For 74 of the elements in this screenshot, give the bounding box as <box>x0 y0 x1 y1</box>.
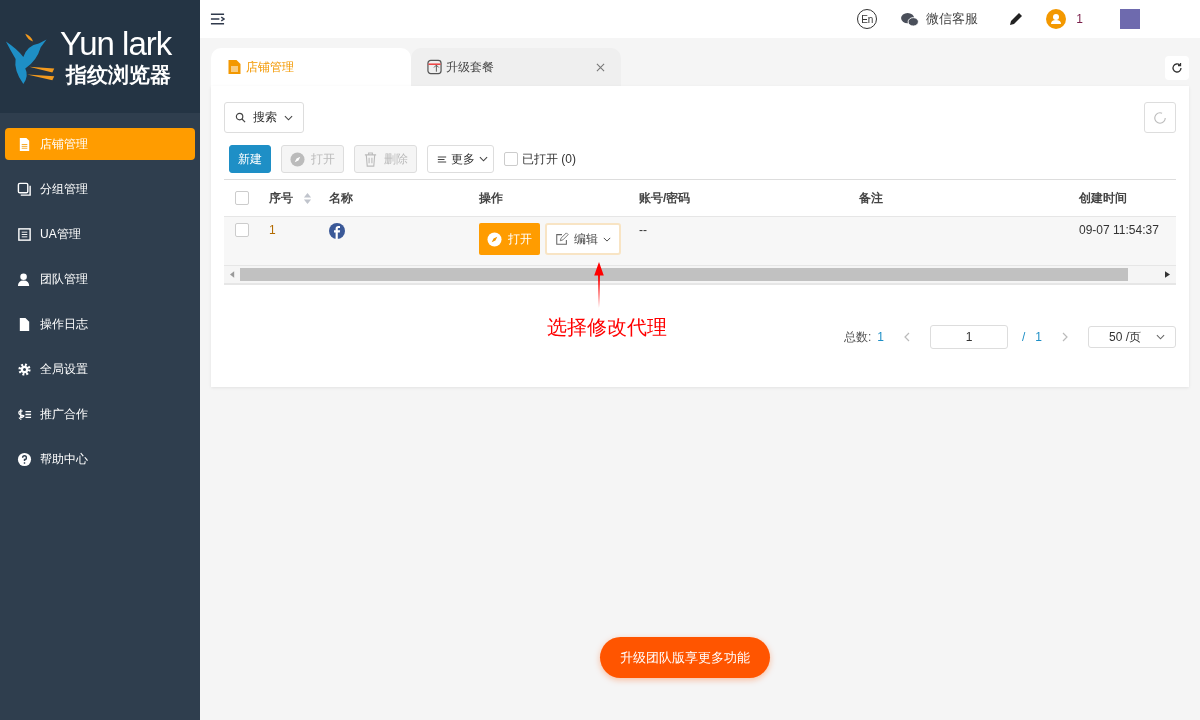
document-icon <box>17 136 32 152</box>
chat-bubbles-icon <box>900 11 920 27</box>
search-dropdown[interactable]: 搜索 <box>224 102 304 133</box>
user-icon <box>17 271 32 287</box>
sidebar-item[interactable]: 分组管理 <box>5 173 195 205</box>
table-cell: 1 <box>269 223 276 237</box>
compass-icon <box>290 151 305 167</box>
menu-icon[interactable] <box>210 13 225 25</box>
column-header: 创建时间 <box>1079 189 1127 207</box>
caret-icon <box>603 236 611 242</box>
tab[interactable]: 升级套餐 <box>411 48 621 86</box>
document-icon <box>227 59 242 75</box>
opened-checkbox[interactable]: 已打开 (0) <box>504 150 576 168</box>
list-icon <box>17 226 32 242</box>
reload-button[interactable] <box>1144 102 1176 133</box>
facebook-icon <box>329 223 345 239</box>
trash-icon <box>363 151 378 167</box>
refresh-button[interactable] <box>1165 56 1189 80</box>
brand-subtitle: 指纹浏览器 <box>66 61 171 88</box>
column-header: 备注 <box>859 189 883 207</box>
column-header: 名称 <box>329 189 353 207</box>
gear-icon <box>17 361 32 377</box>
avatar-square[interactable] <box>1120 9 1140 29</box>
column-header: 账号/密码 <box>639 189 691 207</box>
spinner-icon <box>1153 110 1167 125</box>
row-checkbox[interactable] <box>235 223 249 237</box>
prev-page-icon[interactable] <box>903 332 910 342</box>
box-upload-icon <box>427 59 442 75</box>
caret-icon <box>1156 334 1165 340</box>
support-label: 微信客服 <box>926 10 979 28</box>
edit-icon <box>555 232 569 246</box>
page-size-dropdown[interactable]: 50 /页 <box>1088 326 1176 348</box>
total-count: 1 <box>877 330 884 344</box>
total-label: 总数: <box>843 328 872 346</box>
close-icon[interactable] <box>596 62 605 72</box>
more-button[interactable]: 更多 <box>427 145 494 173</box>
sidebar-item[interactable]: 帮助中心 <box>5 443 195 475</box>
page-input[interactable]: 1 <box>929 325 1008 349</box>
search-icon <box>235 112 246 123</box>
sort-icon[interactable] <box>303 191 312 205</box>
user-count: 1 <box>1076 12 1083 26</box>
question-icon <box>17 451 32 467</box>
caret-icon <box>284 114 293 121</box>
pencil-icon[interactable] <box>1008 11 1025 27</box>
lines-icon <box>437 154 447 164</box>
new-button[interactable]: 新建 <box>229 145 271 173</box>
scroll-right-icon[interactable] <box>1165 271 1170 278</box>
page-separator: / <box>1021 330 1026 344</box>
select-all-checkbox[interactable] <box>235 191 249 205</box>
horizontal-scrollbar[interactable] <box>224 265 1176 285</box>
user-menu[interactable]: 1 <box>1046 9 1083 29</box>
column-header: 序号 <box>269 189 293 207</box>
caret-icon <box>479 156 488 162</box>
next-page-icon[interactable] <box>1062 332 1068 342</box>
sidebar-item[interactable]: 全局设置 <box>5 353 195 385</box>
column-header: 操作 <box>479 189 503 207</box>
page-count: 1 <box>1035 330 1042 344</box>
avatar-icon <box>1046 9 1067 29</box>
annotation-text: 选择修改代理 <box>547 315 667 340</box>
table-cell: 09-07 11:54:37 <box>1079 223 1159 237</box>
compass-icon <box>487 231 502 247</box>
table-cell: -- <box>639 223 647 237</box>
edit-dropdown[interactable]: 编辑 <box>545 223 621 255</box>
support-link[interactable]: 微信客服 <box>900 10 979 28</box>
sidebar-item[interactable]: 推广合作 <box>5 398 195 430</box>
dollar-icon <box>17 406 32 422</box>
sidebar-item[interactable]: 团队管理 <box>5 263 195 295</box>
brand-name: Yun lark <box>60 25 172 62</box>
sidebar-item[interactable]: 操作日志 <box>5 308 195 340</box>
refresh-icon <box>1171 62 1183 74</box>
sidebar-item[interactable]: UA管理 <box>5 218 195 250</box>
copy-icon <box>17 181 32 197</box>
file-icon <box>17 316 32 332</box>
scroll-left-icon[interactable] <box>230 271 235 278</box>
